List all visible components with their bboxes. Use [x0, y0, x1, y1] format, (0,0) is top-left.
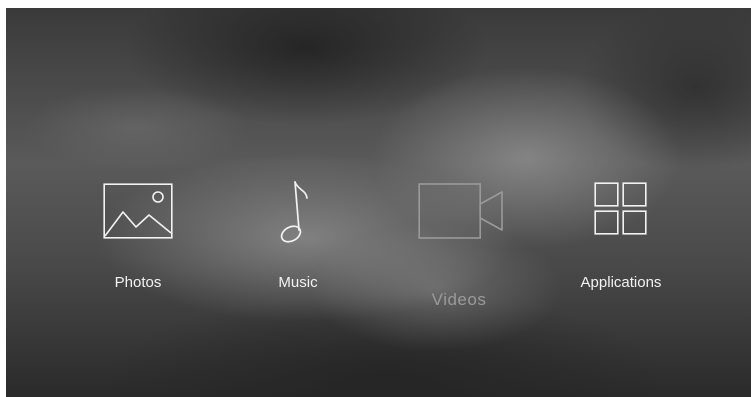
photo-icon — [103, 183, 173, 239]
music-note-icon — [280, 181, 308, 243]
video-camera-icon — [418, 183, 503, 239]
screen: Photos Music Videos Applications — [6, 8, 751, 397]
menu-item-videos[interactable]: Videos — [406, 168, 516, 313]
menu-item-photos[interactable]: Photos — [86, 168, 196, 308]
menu-item-applications[interactable]: Applications — [566, 168, 676, 308]
menu-label-music: Music — [278, 274, 318, 291]
menu-label-photos: Photos — [114, 274, 162, 291]
menu-label-videos: Videos — [431, 290, 487, 309]
menu-item-music[interactable]: Music — [251, 168, 351, 308]
menu-label-applications: Applications — [580, 274, 662, 291]
apps-grid-icon — [594, 182, 647, 235]
